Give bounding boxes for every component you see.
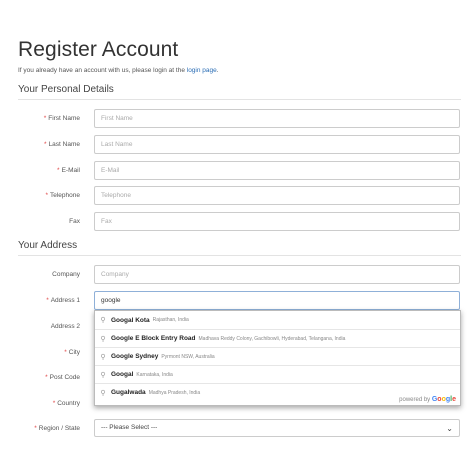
region-select[interactable]: --- Please Select --- ⌄ [94, 419, 460, 437]
first-name-label: * First Name [43, 115, 80, 122]
map-pin-icon: ⚲ [100, 389, 106, 397]
required-mark: * [52, 400, 56, 407]
email-input[interactable] [94, 161, 460, 180]
region-label: * Region / State [34, 425, 80, 432]
last-name-input[interactable] [94, 135, 460, 154]
address-legend: Your Address [18, 240, 78, 251]
autocomplete-suggestion[interactable]: ⚲ Google E Block Entry Road Madhava Redd… [95, 329, 460, 347]
autocomplete-suggestion[interactable]: ⚲ Googal Kota Rajasthan, India [95, 311, 460, 329]
personal-details-divider [18, 99, 461, 100]
company-label: Company [52, 271, 80, 278]
page-title: Register Account [18, 38, 179, 61]
required-mark: * [43, 115, 47, 122]
chevron-down-icon: ⌄ [446, 424, 453, 433]
personal-details-legend: Your Personal Details [18, 84, 114, 95]
fax-label: Fax [69, 218, 80, 225]
required-mark: * [44, 141, 47, 148]
google-logo: Google [431, 396, 456, 403]
map-pin-icon: ⚲ [100, 371, 106, 379]
first-name-input[interactable] [94, 109, 460, 128]
login-page-link[interactable]: login page [187, 67, 217, 74]
map-pin-icon: ⚲ [100, 353, 106, 361]
required-mark: * [45, 192, 48, 199]
autocomplete-suggestion[interactable]: ⚲ Google Sydney Pyrmont NSW, Australia [95, 347, 460, 365]
address2-label: Address 2 [50, 323, 80, 330]
region-selected-value: --- Please Select --- [101, 424, 158, 431]
intro-text: If you already have an account with us, … [18, 67, 219, 74]
postcode-label: * Post Code [45, 374, 80, 381]
city-label: * City [64, 349, 80, 356]
autocomplete-suggestion[interactable]: ⚲ Googal Karnataka, India [95, 365, 460, 383]
required-mark: * [46, 297, 49, 304]
address1-input[interactable] [94, 291, 460, 310]
required-mark: * [57, 167, 60, 174]
last-name-label: * Last Name [44, 141, 80, 148]
autocomplete-dropdown: ⚲ Googal Kota Rajasthan, India ⚲ Google … [94, 310, 461, 406]
telephone-label: * Telephone [45, 192, 80, 199]
required-mark: * [34, 425, 37, 432]
required-mark: * [64, 349, 67, 356]
address-divider [18, 255, 461, 256]
country-label: * Country [52, 400, 80, 407]
required-mark: * [45, 374, 48, 381]
address1-label: * Address 1 [46, 297, 80, 304]
email-label: * E-Mail [57, 167, 80, 174]
fax-input[interactable] [94, 212, 460, 231]
map-pin-icon: ⚲ [100, 335, 106, 343]
company-input[interactable] [94, 265, 460, 284]
telephone-input[interactable] [94, 186, 460, 205]
powered-by-google: powered by Google [399, 396, 456, 403]
map-pin-icon: ⚲ [100, 317, 106, 324]
